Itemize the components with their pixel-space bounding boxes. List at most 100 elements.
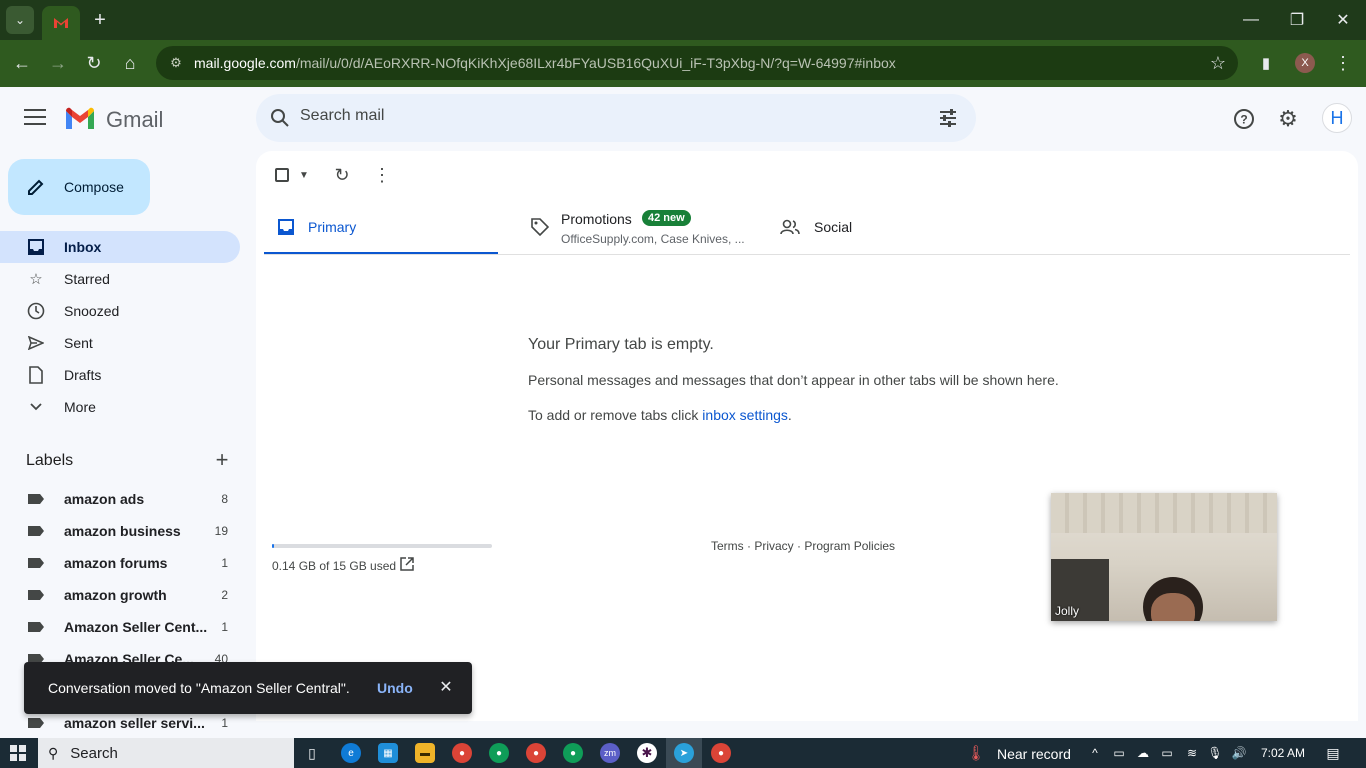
sidebar-item-starred[interactable]: ☆ Starred: [0, 263, 240, 295]
empty-state-description: Personal messages and messages that don’…: [528, 372, 1059, 388]
snackbar-message: Conversation moved to "Amazon Seller Cen…: [48, 680, 350, 696]
compose-button[interactable]: Compose: [8, 159, 150, 215]
inbox-settings-link[interactable]: inbox settings: [702, 407, 788, 423]
sidebar-item-drafts[interactable]: Drafts: [0, 359, 240, 391]
privacy-link[interactable]: Privacy: [754, 539, 793, 553]
terms-link[interactable]: Terms: [711, 539, 744, 553]
select-all-checkbox[interactable]: [275, 168, 289, 182]
telegram-icon[interactable]: ➤: [674, 743, 694, 763]
wifi-icon[interactable]: ≋: [1184, 745, 1200, 761]
minimize-button[interactable]: —: [1228, 0, 1274, 40]
chrome-icon[interactable]: ●: [526, 743, 546, 763]
close-icon[interactable]: ✕: [438, 679, 454, 696]
edge-icon[interactable]: e: [341, 743, 361, 763]
meet-icon[interactable]: ▭: [1111, 745, 1127, 761]
account-avatar[interactable]: H: [1322, 103, 1352, 133]
label-name: amazon seller servi...: [64, 715, 205, 731]
browser-tab-gmail[interactable]: [42, 6, 80, 40]
program-policies-link[interactable]: Program Policies: [804, 539, 895, 553]
chrome-icon[interactable]: ●: [452, 743, 472, 763]
label-count: 8: [221, 492, 228, 506]
label-item[interactable]: amazon business 19: [0, 515, 240, 547]
sidebar-item-more[interactable]: More: [0, 391, 240, 423]
open-external-icon[interactable]: [400, 557, 416, 573]
tab-search-button[interactable]: ⌄: [6, 6, 34, 34]
refresh-icon[interactable]: ↻: [332, 165, 352, 185]
windows-start-icon[interactable]: [10, 745, 26, 761]
label-item[interactable]: amazon ads 8: [0, 483, 240, 515]
sidebar-item-sent[interactable]: Sent: [0, 327, 240, 359]
chrome-icon[interactable]: ●: [489, 743, 509, 763]
more-options-icon[interactable]: ⋮: [372, 165, 392, 185]
bookmark-star-icon[interactable]: ☆: [1210, 53, 1226, 74]
zoom-icon[interactable]: zm: [600, 743, 620, 763]
microphone-icon[interactable]: 🎙: [1207, 745, 1223, 761]
slack-icon[interactable]: ✱: [637, 743, 657, 763]
label-item[interactable]: Amazon Seller Cent... 1: [0, 611, 240, 643]
storage-bar: [272, 544, 492, 548]
chrome-icon[interactable]: ●: [711, 743, 731, 763]
cloud-icon[interactable]: ☁: [1135, 745, 1151, 761]
volume-icon[interactable]: 🔊: [1231, 745, 1247, 761]
label-count: 19: [214, 524, 228, 538]
search-input[interactable]: Search mail: [256, 94, 976, 142]
label-count: 1: [221, 556, 228, 570]
clock-time[interactable]: 7:02 AM: [1261, 746, 1305, 760]
reload-button[interactable]: ↻: [79, 48, 109, 78]
side-panel-icon[interactable]: ▮: [1251, 48, 1281, 78]
address-bar[interactable]: ⚙ mail.google.com/mail/u/0/d/AEoRXRR-NOf…: [156, 46, 1238, 80]
video-background: [1051, 493, 1277, 533]
participant-name: Jolly: [1055, 604, 1080, 618]
notifications-icon[interactable]: ▤: [1325, 745, 1341, 761]
add-label-button[interactable]: +: [212, 447, 232, 472]
browser-toolbar: ← → ↻ ⌂ ⚙ mail.google.com/mail/u/0/d/AEo…: [0, 40, 1366, 87]
settings-gear-icon[interactable]: ⚙: [1276, 106, 1300, 131]
chrome-icon[interactable]: ●: [563, 743, 583, 763]
new-tab-button[interactable]: +: [88, 8, 112, 32]
browser-profile-avatar[interactable]: X: [1295, 53, 1315, 73]
search-icon[interactable]: [270, 108, 290, 128]
battery-icon[interactable]: ▭: [1159, 745, 1175, 761]
gmail-wordmark: Gmail: [106, 107, 164, 132]
label-tag-icon: [28, 558, 44, 568]
label-tag-icon: [28, 526, 44, 536]
label-name: amazon ads: [64, 491, 145, 507]
home-button[interactable]: ⌂: [115, 48, 145, 78]
site-info-icon[interactable]: ⚙: [166, 53, 186, 73]
star-icon: ☆: [29, 271, 43, 288]
tab-promotions[interactable]: Promotions 42 new OfficeSupply.com, Case…: [518, 199, 768, 255]
task-view-icon[interactable]: ▯: [302, 743, 322, 763]
label-count: 1: [221, 620, 228, 634]
gmail-logo-icon: [66, 107, 94, 129]
sidebar-item-snoozed[interactable]: Snoozed: [0, 295, 240, 327]
tabs-divider: [264, 254, 1350, 255]
tab-label: Social: [814, 219, 853, 235]
restore-button[interactable]: ❐: [1274, 0, 1320, 40]
gmail-header: Gmail Search mail ? ⚙ H: [0, 87, 1366, 151]
label-item[interactable]: amazon growth 2: [0, 579, 240, 611]
forward-button[interactable]: →: [43, 48, 73, 78]
store-icon[interactable]: ▦: [378, 743, 398, 763]
weather-text[interactable]: Near record: [997, 746, 1071, 762]
label-item[interactable]: amazon forums 1: [0, 547, 240, 579]
back-button[interactable]: ←: [7, 48, 37, 78]
tab-primary[interactable]: Primary: [264, 199, 498, 255]
browser-menu-icon[interactable]: ⋮: [1328, 48, 1358, 78]
taskbar-search[interactable]: ⚲ Search: [38, 738, 294, 768]
people-icon: [780, 217, 800, 237]
close-window-button[interactable]: ✕: [1320, 0, 1366, 40]
browser-tab-bar: ⌄ + — ❐ ✕: [0, 0, 1366, 40]
file-explorer-icon[interactable]: ▬: [415, 743, 435, 763]
snackbar: Conversation moved to "Amazon Seller Cen…: [24, 662, 472, 714]
sidebar-item-label: Starred: [64, 271, 110, 287]
select-dropdown-icon[interactable]: ▼: [294, 165, 314, 185]
video-call-tile[interactable]: Jolly: [1051, 493, 1277, 621]
search-options-icon[interactable]: [938, 108, 958, 128]
sidebar-item-label: Drafts: [64, 367, 102, 383]
help-icon[interactable]: ?: [1232, 107, 1256, 131]
tab-social[interactable]: Social: [768, 199, 968, 255]
chevron-up-icon[interactable]: ^: [1087, 745, 1103, 761]
main-menu-icon[interactable]: [24, 109, 46, 127]
sidebar-item-inbox[interactable]: Inbox: [0, 231, 240, 263]
undo-button[interactable]: Undo: [377, 680, 413, 696]
